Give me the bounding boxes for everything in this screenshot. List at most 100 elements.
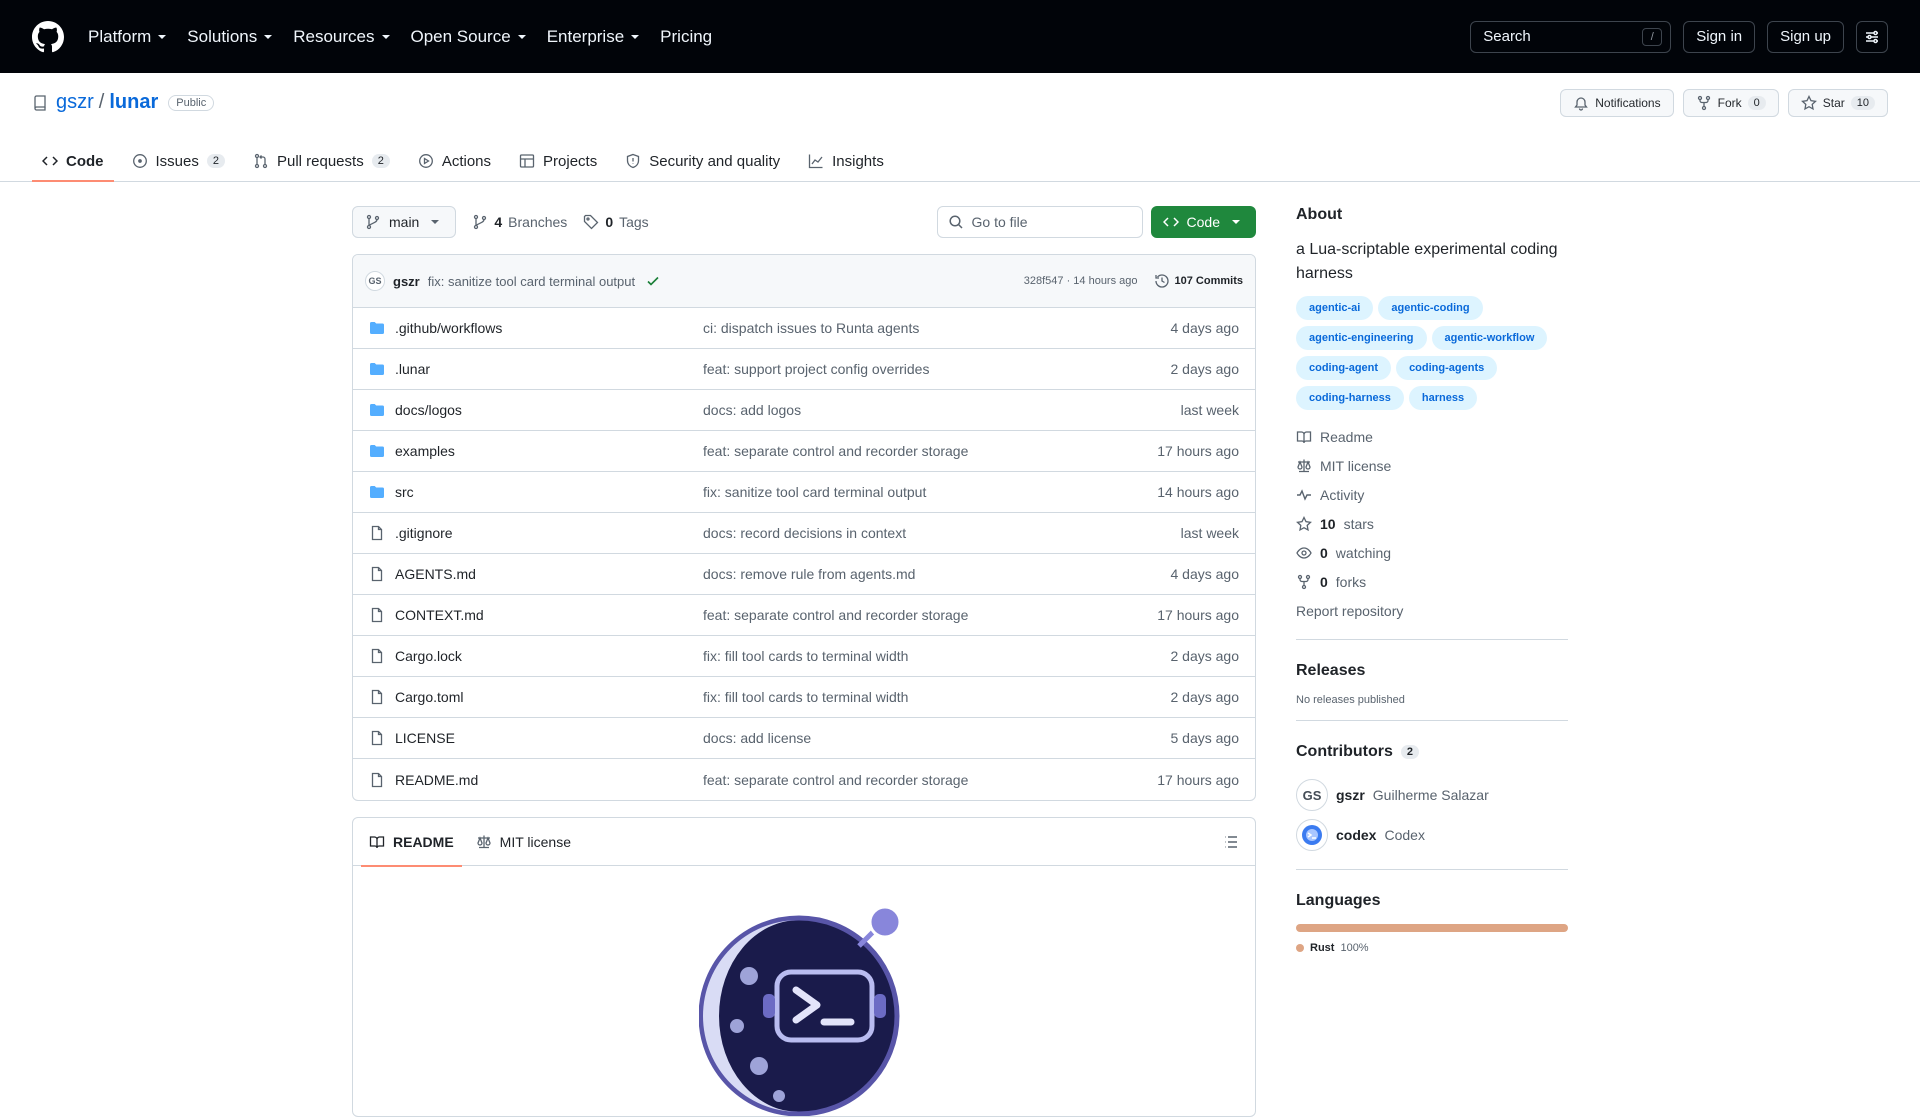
file-name-cell: README.md — [369, 772, 703, 788]
file-name-link[interactable]: src — [395, 484, 414, 500]
file-name-link[interactable]: examples — [395, 443, 455, 459]
notifications-button[interactable]: Notifications — [1560, 89, 1674, 117]
file-name-link[interactable]: .lunar — [395, 361, 430, 377]
tab-insights[interactable]: Insights — [798, 140, 894, 182]
appearance-settings-button[interactable] — [1856, 20, 1888, 53]
releases-heading[interactable]: Releases — [1296, 662, 1568, 680]
repo-description: a Lua-scriptable experimental coding har… — [1296, 241, 1558, 282]
topic-tag[interactable]: agentic-coding — [1378, 296, 1483, 320]
file-name-link[interactable]: .github/workflows — [395, 320, 502, 336]
file-commit-message-link[interactable]: fix: fill tool cards to terminal width — [703, 689, 1171, 705]
file-commit-message-link[interactable]: ci: dispatch issues to Runta agents — [703, 320, 1171, 336]
branch-selector[interactable]: main — [352, 206, 457, 238]
file-name-link[interactable]: docs/logos — [395, 402, 462, 418]
tag-icon — [584, 214, 599, 230]
tab-pull-requests[interactable]: Pull requests 2 — [243, 140, 400, 182]
tab-security[interactable]: Security and quality — [615, 140, 790, 182]
tab-projects[interactable]: Projects — [509, 140, 607, 182]
tab-label: Projects — [543, 152, 598, 170]
file-name-cell: Cargo.toml — [369, 689, 703, 705]
file-commit-message-link[interactable]: fix: fill tool cards to terminal width — [703, 648, 1171, 664]
nav-pricing[interactable]: Pricing — [660, 27, 712, 47]
file-name-link[interactable]: Cargo.toml — [395, 689, 463, 705]
file-name-link[interactable]: README.md — [395, 772, 478, 788]
branches-link[interactable]: 4 Branches — [472, 214, 567, 230]
header-actions: Search / Sign in Sign up — [1470, 20, 1888, 53]
folder-icon — [370, 322, 384, 334]
report-repository-link[interactable]: Report repository — [1296, 596, 1568, 625]
file-commit-message-link[interactable]: feat: separate control and recorder stor… — [703, 772, 1157, 788]
file-icon — [371, 566, 383, 582]
notifications-label: Notifications — [1595, 96, 1661, 110]
topic-tag[interactable]: agentic-engineering — [1296, 326, 1427, 350]
readme-link[interactable]: Readme — [1296, 422, 1568, 451]
contributor-item[interactable]: codex Codex — [1296, 815, 1568, 855]
commit-sha-time[interactable]: 328f547 · 14 hours ago — [1024, 275, 1138, 287]
tab-license[interactable]: MIT license — [468, 818, 579, 866]
file-name-link[interactable]: AGENTS.md — [395, 566, 476, 582]
tags-link[interactable]: 0 Tags — [583, 214, 649, 230]
language-item[interactable]: Rust 100% — [1296, 942, 1568, 954]
file-commit-message-link[interactable]: fix: sanitize tool card terminal output — [703, 484, 1157, 500]
law-icon — [1297, 459, 1311, 472]
nav-enterprise[interactable]: Enterprise — [547, 27, 640, 47]
topic-tag[interactable]: harness — [1408, 386, 1478, 410]
activity-link[interactable]: Activity — [1296, 480, 1568, 509]
topic-tag[interactable]: coding-agents — [1396, 356, 1498, 380]
tab-readme[interactable]: README — [361, 818, 462, 867]
file-commit-message-link[interactable]: feat: support project config overrides — [703, 361, 1171, 377]
nav-platform[interactable]: Platform — [88, 27, 167, 47]
tab-actions[interactable]: Actions — [408, 140, 501, 182]
tab-code[interactable]: Code — [32, 140, 114, 182]
file-commit-message-link[interactable]: docs: add logos — [703, 402, 1181, 418]
star-button[interactable]: Star 10 — [1787, 89, 1888, 117]
license-link[interactable]: MIT license — [1296, 451, 1568, 480]
github-logo-icon[interactable] — [32, 20, 88, 53]
sign-in-button[interactable]: Sign in — [1683, 20, 1756, 53]
file-commit-message-link[interactable]: feat: separate control and recorder stor… — [703, 607, 1157, 623]
readme-tab-label: README — [393, 833, 454, 850]
topic-tag[interactable]: agentic-ai — [1296, 296, 1374, 320]
file-commit-message-link[interactable]: docs: record decisions in context — [703, 525, 1181, 541]
file-name-link[interactable]: .gitignore — [395, 525, 453, 541]
file-row: .github/workflows ci: dispatch issues to … — [353, 308, 1255, 349]
fork-button[interactable]: Fork 0 — [1682, 89, 1779, 117]
tab-issues[interactable]: Issues 2 — [122, 140, 235, 182]
forks-link[interactable]: 0 forks — [1296, 567, 1568, 596]
contributor-item[interactable]: GS gszr Guilherme Salazar — [1296, 775, 1568, 815]
file-commit-message-link[interactable]: feat: separate control and recorder stor… — [703, 443, 1157, 459]
file-icon — [371, 772, 383, 787]
topic-tag[interactable]: coding-harness — [1296, 386, 1404, 410]
repo-owner-link[interactable]: gszr — [56, 91, 94, 114]
go-to-file-input[interactable]: Go to file — [936, 206, 1143, 238]
go-to-file-placeholder: Go to file — [971, 214, 1028, 230]
language-bar — [1296, 924, 1568, 932]
code-dropdown-button[interactable]: Code — [1150, 206, 1256, 238]
chevron-down-icon — [264, 34, 273, 39]
repo-name-link[interactable]: lunar — [109, 91, 158, 114]
commits-count: 107 Commits — [1174, 275, 1243, 287]
topic-tag[interactable]: coding-agent — [1296, 356, 1392, 380]
file-name-link[interactable]: LICENSE — [395, 730, 455, 746]
divider — [1296, 639, 1568, 640]
search-input[interactable]: Search / — [1470, 20, 1672, 53]
nav-open-source[interactable]: Open Source — [411, 27, 527, 47]
license-tab-label: MIT license — [499, 833, 571, 850]
file-commit-message-link[interactable]: docs: remove rule from agents.md — [703, 566, 1171, 582]
file-row: Cargo.toml fix: fill tool cards to termin… — [353, 677, 1255, 718]
nav-resources[interactable]: Resources — [293, 27, 390, 47]
commit-message-link[interactable]: fix: sanitize tool card terminal output — [428, 274, 635, 289]
avatar[interactable]: GS — [365, 271, 385, 291]
file-commit-message-link[interactable]: docs: add license — [703, 730, 1171, 746]
contributors-heading[interactable]: Contributors 2 — [1296, 743, 1568, 761]
topic-tag[interactable]: agentic-workflow — [1431, 326, 1548, 350]
sign-up-button[interactable]: Sign up — [1767, 20, 1844, 53]
file-name-link[interactable]: CONTEXT.md — [395, 607, 484, 623]
stars-link[interactable]: 10 stars — [1296, 509, 1568, 538]
watching-link[interactable]: 0 watching — [1296, 538, 1568, 567]
outline-button[interactable] — [1223, 834, 1239, 850]
commit-author-link[interactable]: gszr — [393, 274, 420, 289]
commits-history-link[interactable]: 107 Commits — [1154, 273, 1243, 289]
nav-solutions[interactable]: Solutions — [187, 27, 273, 47]
file-name-link[interactable]: Cargo.lock — [395, 648, 462, 664]
